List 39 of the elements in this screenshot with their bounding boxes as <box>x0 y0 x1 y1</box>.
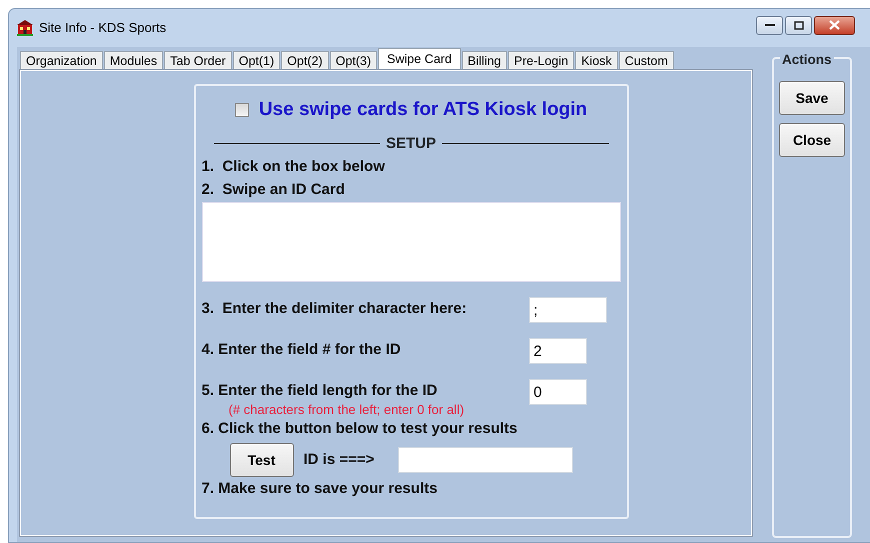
section-heading: SETUP <box>386 134 436 154</box>
action-button[interactable]: Save <box>779 81 845 115</box>
test-button[interactable]: Test <box>230 443 294 477</box>
checkbox[interactable] <box>234 103 249 118</box>
building-icon <box>17 20 33 36</box>
tab[interactable]: Opt(1) <box>232 51 280 70</box>
minimize-icon <box>764 23 774 27</box>
tab[interactable]: Modules <box>104 51 164 70</box>
tab[interactable]: Billing <box>462 51 508 70</box>
action-button[interactable]: Close <box>779 123 845 157</box>
step-text: 1. Click on the box below <box>202 157 386 177</box>
close-icon <box>829 20 840 30</box>
id-output-field[interactable] <box>398 447 574 473</box>
input-field[interactable]: 0 <box>528 379 586 405</box>
step-text: 3. Enter the delimiter character here: <box>202 299 468 319</box>
tab[interactable]: Tab Order <box>164 51 232 70</box>
step-text: 5. Enter the field length for the ID <box>202 381 438 401</box>
hint-text: (# characters from the left; enter 0 for all) <box>228 402 466 417</box>
tab[interactable]: Opt(3) <box>330 51 378 70</box>
input-field[interactable]: ; <box>528 297 606 323</box>
maximize-icon <box>794 20 804 30</box>
close-window-button[interactable] <box>814 16 855 34</box>
tab[interactable]: Organization <box>20 51 103 70</box>
step-text: 4. Enter the field # for the ID <box>202 340 402 360</box>
minimize-button[interactable] <box>756 16 783 34</box>
tab[interactable]: Opt(2) <box>281 51 329 70</box>
input-field[interactable]: 2 <box>528 338 586 364</box>
step-text: 7. Make sure to save your results <box>202 479 438 499</box>
tab[interactable]: Pre-Login <box>508 51 574 70</box>
step-text: 6. Click the button below to test your results <box>202 419 518 439</box>
swipe-input-area[interactable] <box>202 202 620 282</box>
window-title: Site Info - KDS Sports <box>39 19 166 38</box>
checkbox-label: Use swipe cards for ATS Kiosk login <box>258 98 588 122</box>
tab[interactable]: Custom <box>618 51 674 70</box>
tab[interactable]: Kiosk <box>575 51 618 70</box>
maximize-button[interactable] <box>785 16 812 34</box>
step-text: 2. Swipe an ID Card <box>202 180 346 200</box>
id-label: ID is ===> <box>304 450 374 470</box>
tab[interactable]: Swipe Card <box>378 48 461 70</box>
